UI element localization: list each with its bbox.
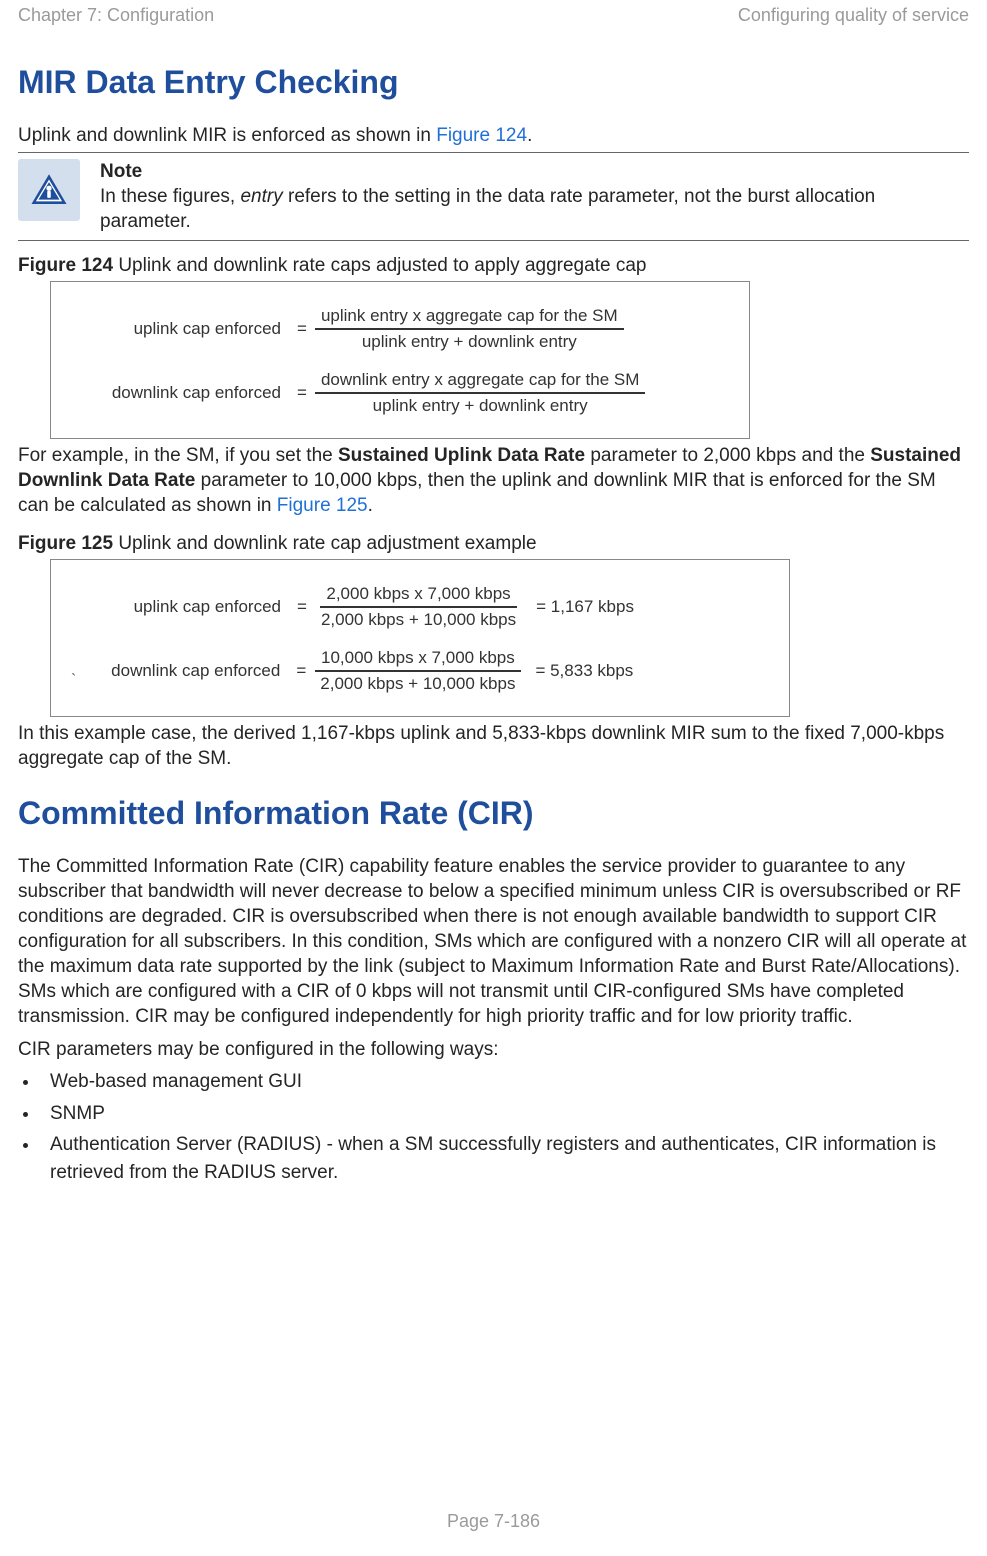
formula-denominator: uplink entry + downlink entry [356,330,583,352]
note-block: Note In these figures, entry refers to t… [18,152,969,241]
stray-backtick: ` [71,672,78,694]
equals-sign: = [288,661,314,681]
running-header: Chapter 7: Configuration Configuring qua… [18,5,969,26]
page: Chapter 7: Configuration Configuring qua… [0,0,987,1556]
header-left: Chapter 7: Configuration [18,5,214,26]
page-footer: Page 7-186 [0,1511,987,1532]
text: . [527,125,532,146]
formula-lhs: downlink cap enforced [78,661,288,681]
text: In these figures, [100,186,240,207]
text: . [368,495,373,516]
formula-lhs: uplink cap enforced [71,597,289,617]
formula-downlink-cap: downlink cap enforced = downlink entry x… [71,370,729,416]
text: parameter to 2,000 kbps and the [585,445,870,466]
note-content: Note In these figures, entry refers to t… [100,159,969,234]
figure-caption-text: Uplink and downlink rate caps adjusted t… [113,255,646,276]
list-item: Web-based management GUI [40,1068,969,1096]
formula-fraction: 10,000 kbps x 7,000 kbps 2,000 kbps + 10… [314,648,521,694]
note-triangle-icon [28,169,70,211]
formula-numerator: 10,000 kbps x 7,000 kbps [315,648,521,672]
equals-sign: = [289,319,315,339]
formula-fraction: downlink entry x aggregate cap for the S… [315,370,645,416]
figure-125-link[interactable]: Figure 125 [277,495,368,516]
example-paragraph: For example, in the SM, if you set the S… [18,443,969,518]
formula-fraction: 2,000 kbps x 7,000 kbps 2,000 kbps + 10,… [315,584,522,630]
formula-uplink-example: uplink cap enforced = 2,000 kbps x 7,000… [71,584,769,630]
formula-lhs: downlink cap enforced [71,383,289,403]
heading-mir: MIR Data Entry Checking [18,64,969,101]
formula-result: = 1,167 kbps [522,597,634,617]
figure-125-caption: Figure 125 Uplink and downlink rate cap … [18,533,969,555]
cir-paragraph-2: CIR parameters may be configured in the … [18,1037,969,1062]
figure-124-link[interactable]: Figure 124 [436,125,527,146]
figure-label: Figure 125 [18,533,113,554]
formula-denominator: 2,000 kbps + 10,000 kbps [314,672,521,694]
text: For example, in the SM, if you set the [18,445,338,466]
heading-cir: Committed Information Rate (CIR) [18,795,969,832]
formula-denominator: uplink entry + downlink entry [367,394,594,416]
bold-term: Sustained Uplink Data Rate [338,445,585,466]
formula-denominator: 2,000 kbps + 10,000 kbps [315,608,522,630]
figure-124-caption: Figure 124 Uplink and downlink rate caps… [18,255,969,277]
list-item: Authentication Server (RADIUS) - when a … [40,1131,969,1186]
formula-result: = 5,833 kbps [521,661,633,681]
formula-numerator: 2,000 kbps x 7,000 kbps [320,584,516,608]
formula-lhs: uplink cap enforced [71,319,289,339]
formula-uplink-cap: uplink cap enforced = uplink entry x agg… [71,306,729,352]
note-icon [18,159,80,221]
formula-numerator: downlink entry x aggregate cap for the S… [315,370,645,394]
text: Uplink and downlink MIR is enforced as s… [18,125,436,146]
cir-bullet-list: Web-based management GUI SNMP Authentica… [18,1068,969,1186]
note-text: In these figures, entry refers to the se… [100,186,875,232]
figure-label: Figure 124 [18,255,113,276]
figure-124-box: uplink cap enforced = uplink entry x agg… [50,281,750,439]
formula-numerator: uplink entry x aggregate cap for the SM [315,306,624,330]
header-right: Configuring quality of service [738,5,969,26]
figure-125-box: uplink cap enforced = 2,000 kbps x 7,000… [50,559,790,717]
note-label: Note [100,159,969,184]
equals-sign: = [289,597,315,617]
equals-sign: = [289,383,315,403]
list-item: SNMP [40,1100,969,1128]
summary-paragraph: In this example case, the derived 1,167-… [18,721,969,771]
figure-caption-text: Uplink and downlink rate cap adjustment … [113,533,537,554]
formula-downlink-example: ` downlink cap enforced = 10,000 kbps x … [71,648,769,694]
cir-paragraph-1: The Committed Information Rate (CIR) cap… [18,854,969,1030]
formula-fraction: uplink entry x aggregate cap for the SM … [315,306,624,352]
note-emphasis: entry [240,186,282,207]
intro-paragraph: Uplink and downlink MIR is enforced as s… [18,123,969,148]
